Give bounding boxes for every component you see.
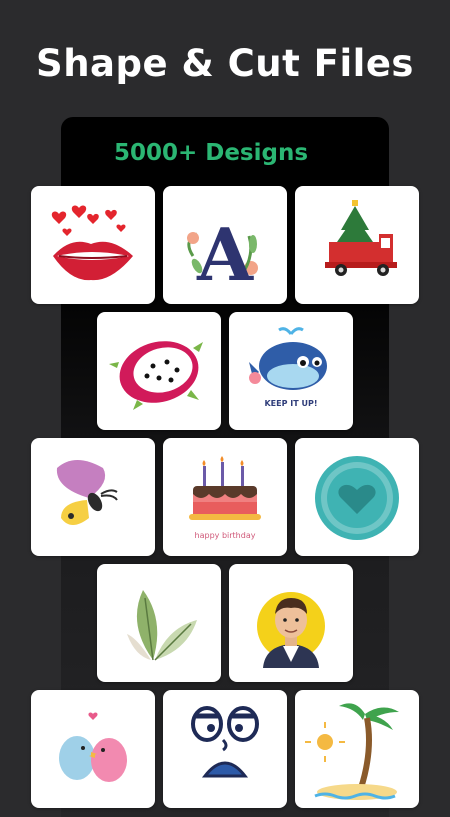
design-card-love-birds[interactable] — [31, 690, 155, 808]
design-card-christmas-truck[interactable] — [295, 186, 419, 304]
design-card-palm-island[interactable] — [295, 690, 419, 808]
design-card-cartoon-face[interactable] — [163, 690, 287, 808]
letter-a: A — [196, 212, 254, 297]
design-card-heart-badge[interactable] — [295, 438, 419, 556]
cartoon-face-icon — [191, 706, 259, 778]
palm-tree-icon — [305, 703, 399, 800]
whale-sticker-text: KEEP IT UP! — [264, 399, 317, 408]
heart-badge-icon — [315, 456, 399, 540]
birthday-cake-icon: happy birthday — [189, 456, 261, 540]
leaves-icon — [127, 590, 197, 661]
dragon-fruit-icon — [109, 341, 203, 410]
man-avatar-icon — [257, 592, 325, 668]
christmas-truck-icon — [325, 200, 397, 276]
floral-letter-a-icon: A — [187, 212, 258, 297]
cake-caption: happy birthday — [195, 531, 256, 540]
whale-icon: KEEP IT UP! — [249, 327, 327, 408]
design-card-man-avatar[interactable] — [229, 564, 353, 682]
design-card-birthday-cake[interactable]: happy birthday — [163, 438, 287, 556]
butterfly-icon — [56, 460, 118, 525]
design-card-leaves[interactable] — [97, 564, 221, 682]
design-card-dragon-fruit[interactable] — [97, 312, 221, 430]
design-card-butterfly[interactable] — [31, 438, 155, 556]
design-card-lips-hearts[interactable] — [31, 186, 155, 304]
design-card-floral-letter-a[interactable]: A — [163, 186, 287, 304]
designs-count-label: 5000+ Designs — [113, 140, 309, 166]
love-birds-icon — [59, 712, 127, 782]
lips-hearts-icon — [51, 205, 133, 281]
design-card-whale-sticker[interactable]: KEEP IT UP! — [229, 312, 353, 430]
page-title: Shape & Cut Files — [36, 42, 414, 85]
